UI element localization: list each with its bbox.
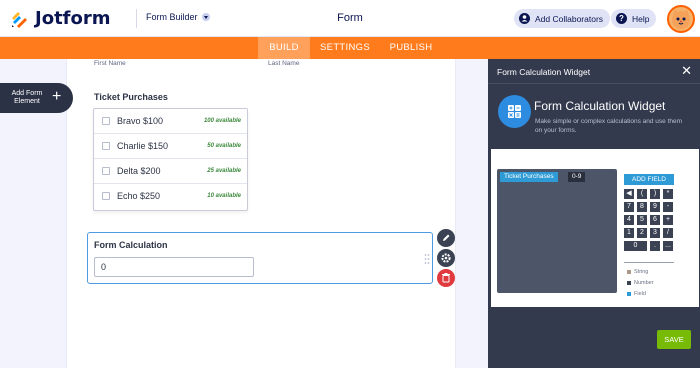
legend-label: Number <box>634 280 654 286</box>
delete-field-button[interactable] <box>437 269 455 287</box>
field-settings-button[interactable] <box>437 249 455 267</box>
form-calculation-label: Form Calculation <box>94 240 168 250</box>
ticket-option[interactable]: Echo $250 10 available <box>94 184 247 209</box>
keypad-key[interactable]: 3 <box>650 228 660 238</box>
formula-area[interactable]: Ticket Purchases 0-9 <box>497 169 617 293</box>
legend-item: Number <box>627 280 654 286</box>
trash-icon <box>442 273 450 283</box>
ticket-option-name: Bravo $100 <box>117 116 164 126</box>
calculator-icon <box>498 95 531 128</box>
drag-handle-icon[interactable] <box>424 253 430 265</box>
legend-swatch <box>627 281 631 285</box>
ticket-options-list: Bravo $100 100 available Charlie $150 50… <box>93 108 248 211</box>
keypad-key[interactable]: - <box>663 202 673 212</box>
pencil-icon <box>443 234 450 241</box>
ticket-availability: 25 available <box>207 168 241 174</box>
keypad-key[interactable]: . <box>650 241 660 251</box>
widget-title: Form Calculation Widget <box>534 99 666 113</box>
checkbox[interactable] <box>102 117 110 125</box>
tab-settings[interactable]: SETTINGS <box>315 37 375 59</box>
keypad-key[interactable]: ... <box>663 241 673 251</box>
range-tag[interactable]: 0-9 <box>568 172 586 182</box>
checkbox[interactable] <box>102 167 110 175</box>
calculation-editor: Ticket Purchases 0-9 ADD FIELD ◀ ( ) * 7… <box>491 149 699 307</box>
ticket-option[interactable]: Charlie $150 50 available <box>94 134 247 159</box>
keypad-key[interactable]: 8 <box>637 202 647 212</box>
keypad-key[interactable]: ) <box>650 189 660 199</box>
help-label: Help <box>632 13 650 24</box>
brand-name: Jotform <box>35 8 111 29</box>
keypad-key[interactable]: 5 <box>637 215 647 225</box>
legend-item: String <box>627 269 648 275</box>
keypad-key[interactable]: 1 <box>624 228 634 238</box>
edit-field-button[interactable] <box>437 229 455 247</box>
checkbox[interactable] <box>102 192 110 200</box>
tab-publish[interactable]: PUBLISH <box>385 37 437 59</box>
chevron-down-icon <box>201 13 210 21</box>
legend-item: Field <box>627 291 646 297</box>
close-icon[interactable]: ✕ <box>681 64 692 77</box>
tab-build[interactable]: BUILD <box>258 37 310 59</box>
keypad-key[interactable]: ◀ <box>624 189 634 199</box>
ticket-option[interactable]: Delta $200 25 available <box>94 159 247 184</box>
add-collaborators-label: Add Collaborators <box>535 13 604 24</box>
ticket-option[interactable]: Bravo $100 100 available <box>94 109 247 134</box>
ticket-availability: 50 available <box>207 143 241 149</box>
keypad-key[interactable]: ( <box>637 189 647 199</box>
form-canvas <box>66 59 456 368</box>
form-builder-label: Form Builder <box>146 12 198 22</box>
legend-swatch <box>627 292 631 296</box>
form-builder-dropdown[interactable]: Form Builder <box>146 12 210 22</box>
legend-divider <box>624 262 674 263</box>
ticket-availability: 10 available <box>207 193 241 199</box>
plus-icon: + <box>52 88 62 105</box>
add-collaborators-button[interactable]: Add Collaborators <box>514 9 611 28</box>
add-form-element-label: Add Form Element <box>11 90 43 105</box>
question-icon: ? <box>616 13 627 24</box>
avatar[interactable] <box>667 5 695 33</box>
keypad-key[interactable]: + <box>663 215 673 225</box>
ticket-option-name: Echo $250 <box>117 191 161 201</box>
last-name-sublabel: Last Name <box>268 60 300 67</box>
keypad-key[interactable]: * <box>663 189 673 199</box>
help-button[interactable]: ? Help <box>611 9 657 28</box>
keypad-key[interactable]: 4 <box>624 215 634 225</box>
keypad-key[interactable]: 7 <box>624 202 634 212</box>
add-form-element-button[interactable]: Add Form Element + <box>0 83 73 113</box>
gear-icon <box>441 253 451 263</box>
legend-label: Field <box>634 291 646 297</box>
user-icon <box>519 13 530 24</box>
first-name-sublabel: First Name <box>94 60 126 67</box>
keypad-key[interactable]: 6 <box>650 215 660 225</box>
field-tag[interactable]: Ticket Purchases <box>500 172 558 182</box>
ticket-option-name: Delta $200 <box>117 166 161 176</box>
widget-settings-panel: Form Calculation Widget ✕ Form Calculati… <box>488 59 700 368</box>
jotform-logo[interactable]: Jotform <box>10 8 111 29</box>
builder-tab-bar: BUILD SETTINGS PUBLISH <box>0 37 700 59</box>
form-title[interactable]: Form <box>300 12 400 24</box>
panel-header: Form Calculation Widget ✕ <box>488 59 700 84</box>
widget-description: Make simple or complex calculations and … <box>535 118 683 134</box>
save-button[interactable]: SAVE <box>657 330 691 349</box>
jotform-logo-icon <box>10 9 30 29</box>
form-calculation-input[interactable]: 0 <box>94 257 254 277</box>
keypad-key[interactable]: 2 <box>637 228 647 238</box>
legend-label: String <box>634 269 649 275</box>
keypad-key[interactable]: 0 <box>624 241 647 251</box>
checkbox[interactable] <box>102 142 110 150</box>
top-bar: Jotform Form Builder Form Add Collaborat… <box>0 0 700 37</box>
ticket-availability: 100 available <box>203 118 241 124</box>
ticket-purchases-label: Ticket Purchases <box>94 92 168 102</box>
ticket-option-name: Charlie $150 <box>117 141 169 151</box>
header-divider <box>136 9 137 28</box>
keypad-key[interactable]: 9 <box>650 202 660 212</box>
keypad-key[interactable]: / <box>663 228 673 238</box>
add-field-button[interactable]: ADD FIELD <box>624 174 674 185</box>
legend-swatch <box>627 270 631 274</box>
form-calculation-field[interactable]: Form Calculation 0 <box>87 232 433 284</box>
panel-header-title: Form Calculation Widget <box>497 67 591 77</box>
